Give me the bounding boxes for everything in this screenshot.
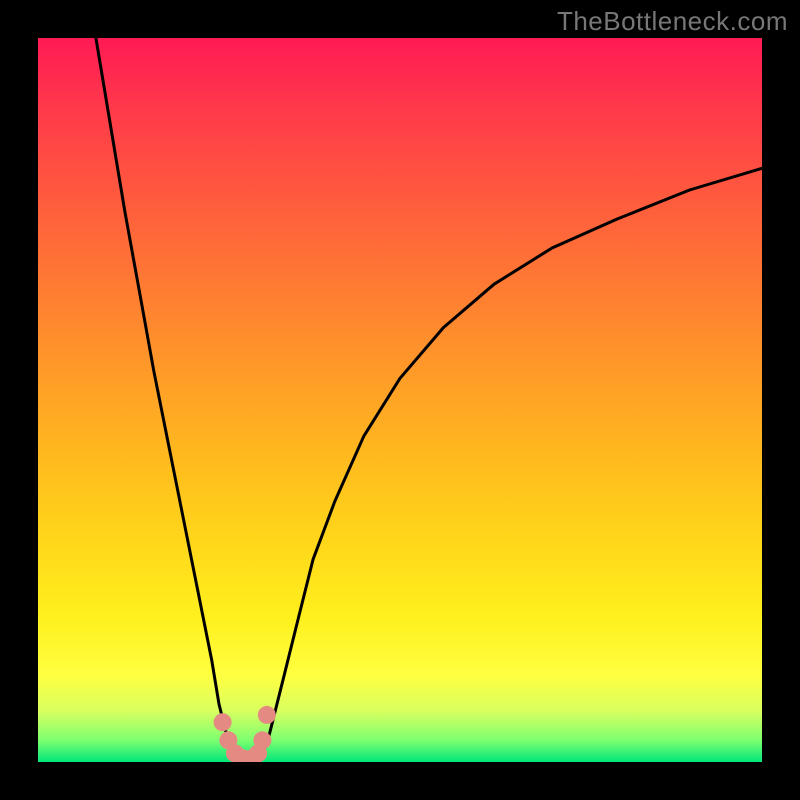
curve-layer xyxy=(38,38,762,762)
curve-left xyxy=(96,38,234,755)
chart-frame: TheBottleneck.com xyxy=(0,0,800,800)
curve-right xyxy=(262,168,762,755)
valley-marker-dot xyxy=(214,713,232,731)
watermark-text: TheBottleneck.com xyxy=(557,6,788,37)
plot-area xyxy=(38,38,762,762)
valley-marker-dot xyxy=(258,706,276,724)
valley-marker-dot xyxy=(253,731,271,749)
